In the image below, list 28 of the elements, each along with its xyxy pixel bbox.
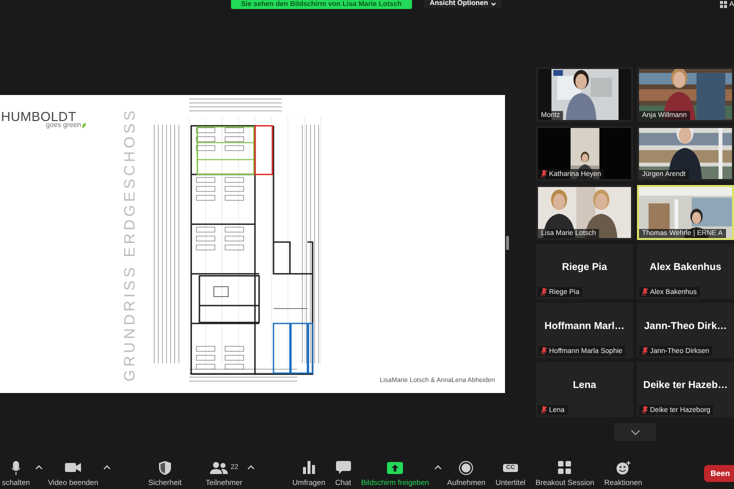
caret-icon bbox=[491, 2, 496, 6]
grid-icon bbox=[558, 461, 572, 474]
caret-icon[interactable] bbox=[34, 464, 43, 470]
record-icon bbox=[459, 460, 474, 474]
slide-title: GRUNDRISS ERDGESCHOSS bbox=[122, 107, 138, 381]
leaf-icon bbox=[82, 123, 86, 128]
video-camera-icon bbox=[65, 462, 82, 473]
logo-text: HUMBOLDT bbox=[1, 109, 76, 124]
people-icon bbox=[210, 462, 228, 474]
participant-name: Lena bbox=[572, 380, 598, 391]
participant-name: Deike ter Hazeb… bbox=[642, 380, 729, 391]
participant-name: Hoffmann Marl… bbox=[544, 321, 626, 332]
chat-bubble-icon bbox=[336, 461, 351, 474]
participant-name: Riege Pia bbox=[560, 262, 608, 273]
microphone-icon bbox=[10, 460, 21, 474]
caret-icon[interactable] bbox=[247, 464, 256, 470]
smiley-icon bbox=[616, 460, 631, 474]
end-meeting-button[interactable]: Been bbox=[704, 465, 734, 482]
share-screen-icon bbox=[387, 462, 404, 474]
caret-icon[interactable] bbox=[434, 464, 442, 470]
bar-chart-icon bbox=[302, 461, 315, 474]
chevron-down-icon bbox=[630, 430, 640, 434]
splitter-handle[interactable] bbox=[506, 236, 509, 250]
participant-name: Alex Bakenhus bbox=[648, 262, 722, 273]
caret-icon[interactable] bbox=[103, 464, 112, 470]
shield-icon bbox=[158, 460, 171, 474]
participant-name: Jann-Theo Dirk… bbox=[643, 321, 728, 332]
grid-icon[interactable] bbox=[720, 1, 728, 8]
